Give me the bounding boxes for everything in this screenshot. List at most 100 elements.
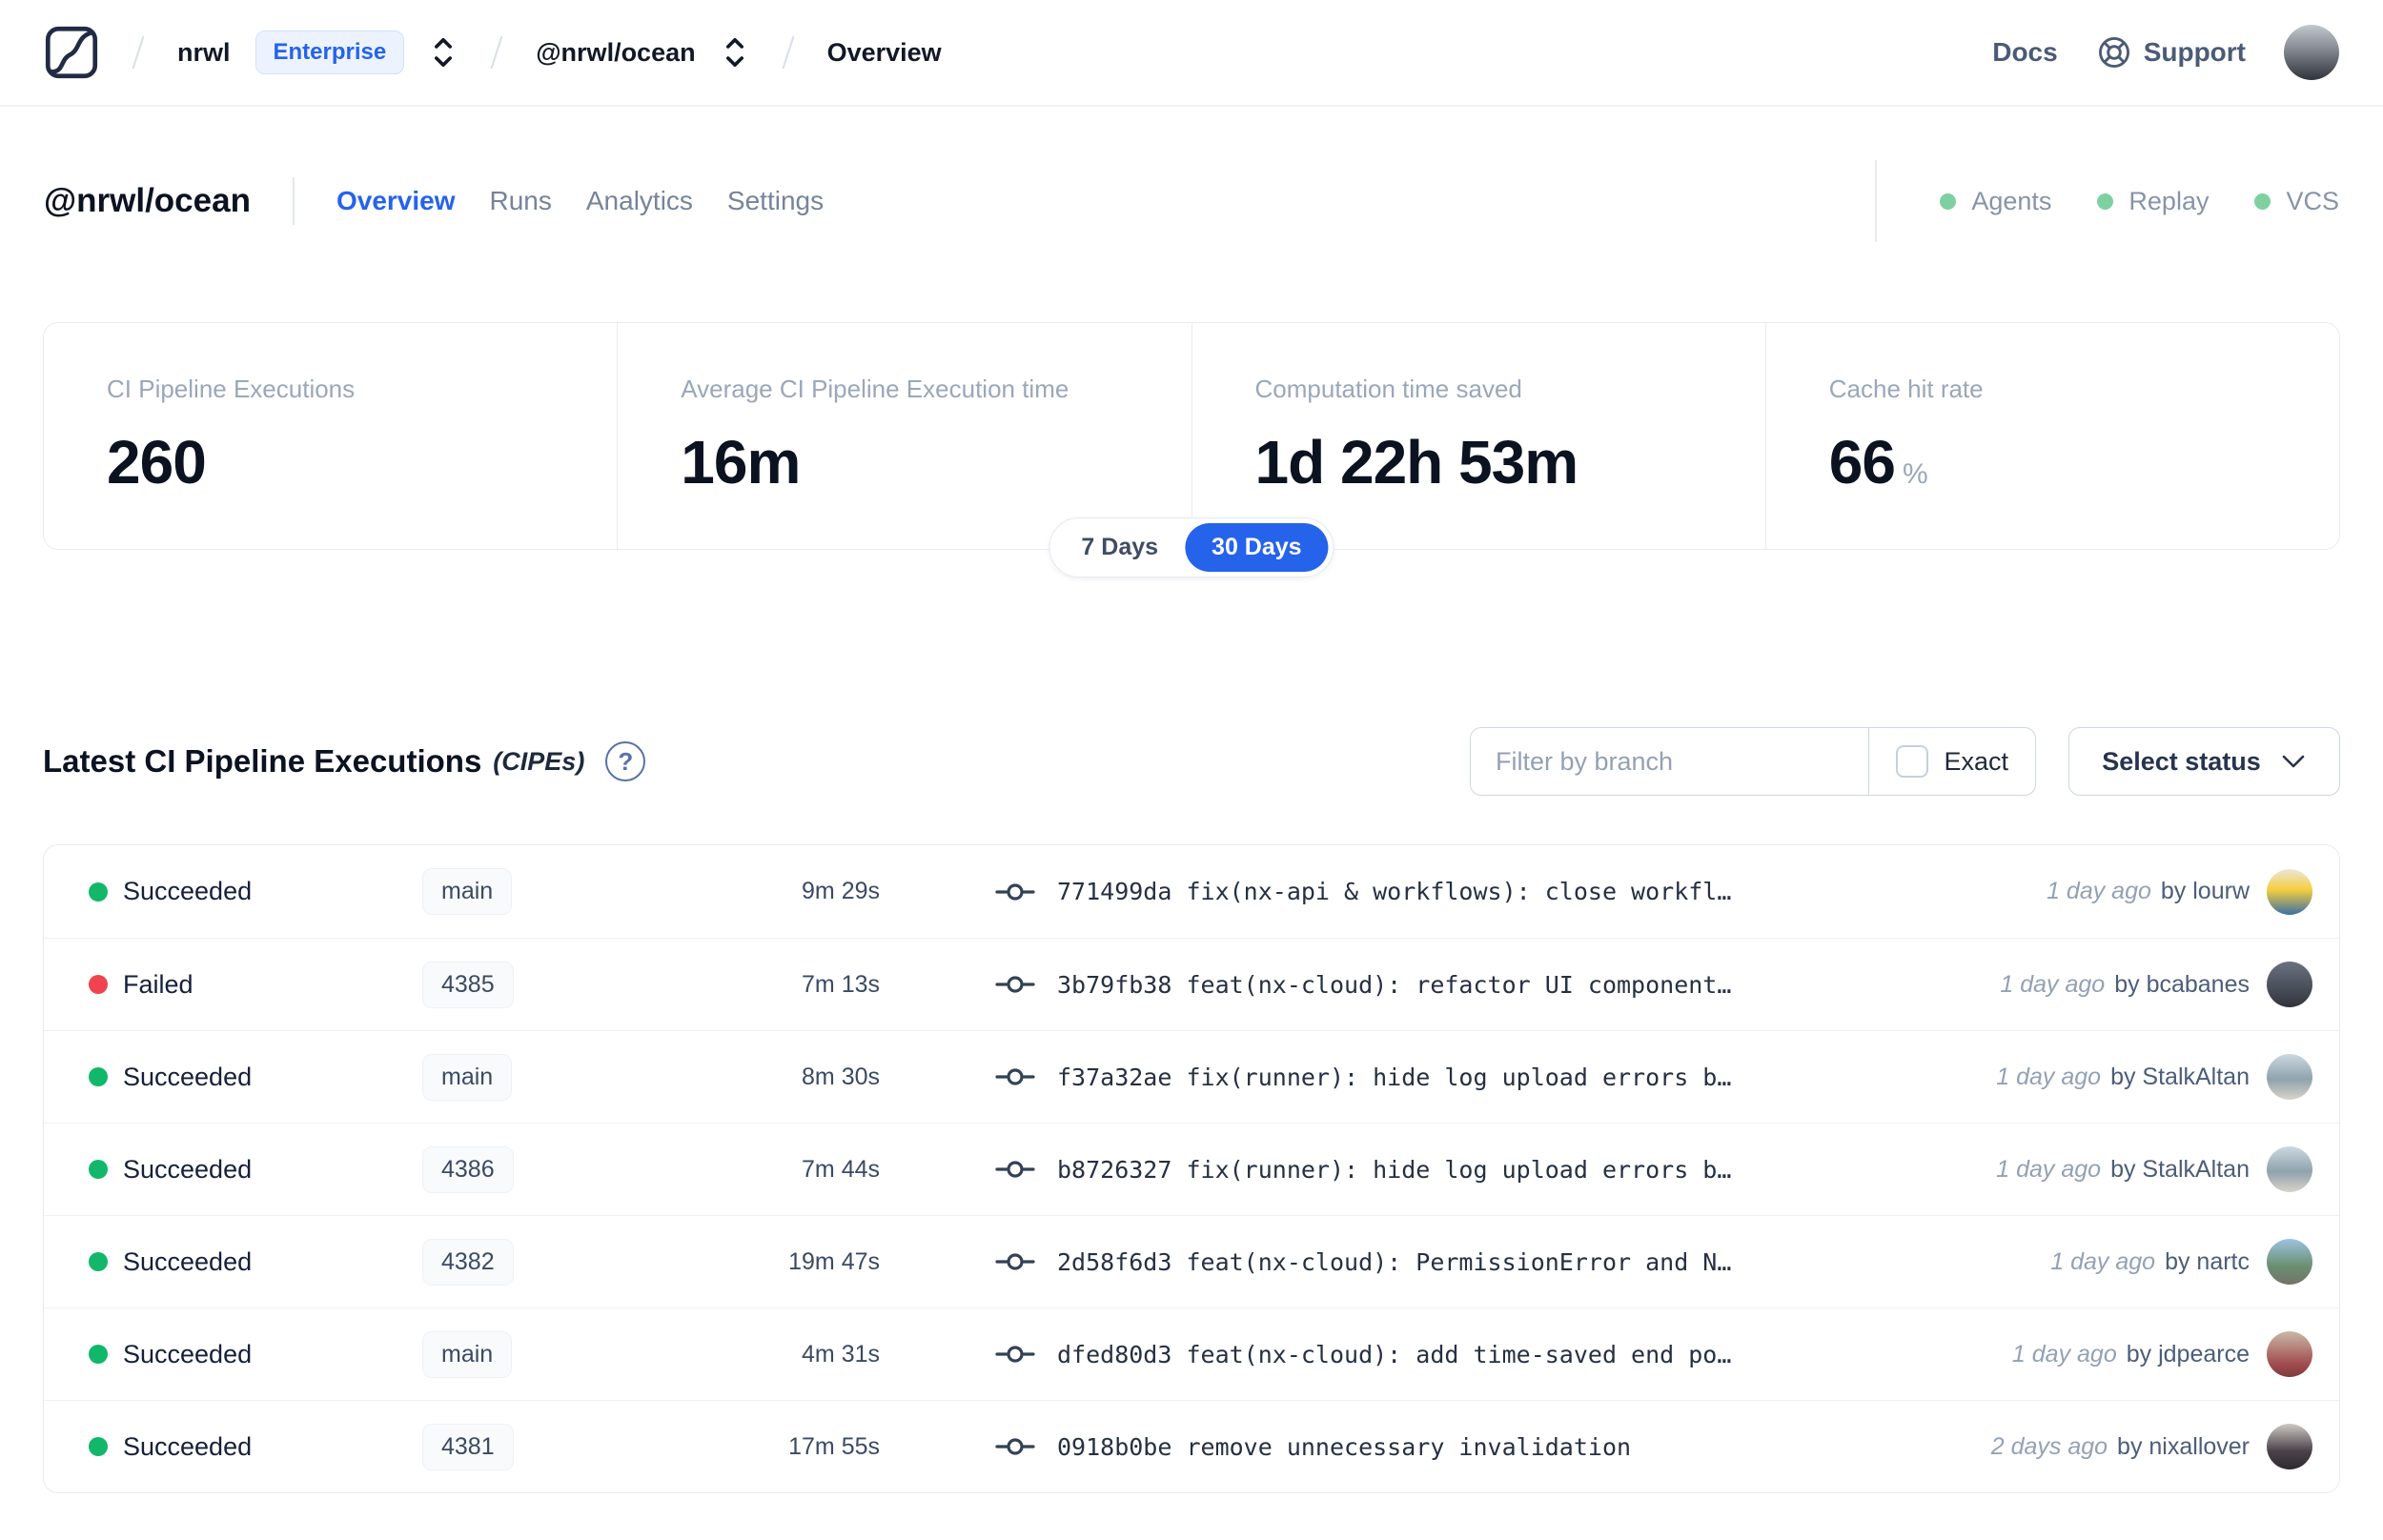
breadcrumb-separator — [132, 35, 145, 70]
status-select-button[interactable]: Select status — [2068, 727, 2340, 796]
branch-badge[interactable]: main — [422, 1330, 513, 1378]
git-commit-icon — [994, 1154, 1036, 1185]
workspace-header: @nrwl/ocean Overview Runs Analytics Sett… — [0, 160, 2383, 242]
cipes-title-suffix: (CIPEs) — [493, 746, 585, 776]
branch-badge[interactable]: main — [422, 868, 513, 915]
exact-checkbox[interactable] — [1896, 745, 1929, 778]
author-avatar[interactable] — [2267, 1239, 2312, 1285]
breadcrumb: nrwl Enterprise @nrwl/ocean Overview — [44, 25, 942, 80]
branch-cell: main — [422, 1053, 613, 1101]
commit-message[interactable]: 3b79fb38 feat(nx-cloud): refactor UI com… — [1057, 971, 1731, 999]
top-bar: nrwl Enterprise @nrwl/ocean Overview Doc… — [0, 0, 2383, 107]
stat-label: Cache hit rate — [1828, 375, 1984, 403]
status-dot — [89, 975, 108, 994]
commit-author[interactable]: by StalkAltan — [2110, 1156, 2250, 1184]
commit-author[interactable]: by nartc — [2165, 1248, 2250, 1276]
cipe-row[interactable]: Succeeded main 4m 31s dfed80d3 feat(nx-c… — [44, 1307, 2339, 1400]
author-avatar[interactable] — [2267, 1054, 2312, 1100]
commit-author[interactable]: by StalkAltan — [2110, 1064, 2250, 1091]
breadcrumb-separator — [782, 35, 795, 70]
commit-time: 1 day ago — [2050, 1247, 2156, 1275]
commit-author[interactable]: by bcabanes — [2114, 971, 2250, 999]
tab-settings[interactable]: Settings — [727, 186, 824, 216]
feature-label: VCS — [2286, 186, 2339, 215]
commit-author[interactable]: by lourw — [2161, 878, 2250, 905]
user-avatar[interactable] — [2284, 25, 2339, 80]
branch-badge[interactable]: main — [422, 1053, 513, 1101]
branch-badge[interactable]: 4382 — [422, 1238, 514, 1286]
duration-cell: 4m 31s — [802, 1340, 880, 1368]
tab-runs[interactable]: Runs — [490, 186, 552, 216]
org-switcher-icon[interactable] — [429, 35, 458, 70]
stat-label: Computation time saved — [1254, 375, 1522, 403]
workspace-switcher-icon[interactable] — [721, 35, 749, 70]
feature-label: Agents — [1971, 186, 2052, 215]
branch-badge[interactable]: 4381 — [422, 1423, 514, 1470]
cipe-row[interactable]: Succeeded 4381 17m 55s 0918b0be remove u… — [44, 1400, 2339, 1492]
cipes-title: Latest CI Pipeline Executions — [43, 743, 482, 779]
status-dot — [89, 1160, 108, 1179]
breadcrumb-page: Overview — [826, 37, 942, 67]
branch-cell: 4385 — [422, 961, 613, 1008]
cipe-row[interactable]: Succeeded main 9m 29s 771499da fix(nx-ap… — [44, 845, 2339, 938]
commit-message[interactable]: f37a32ae fix(runner): hide log upload er… — [1057, 1064, 1731, 1091]
stat-suffix: % — [1902, 458, 1928, 490]
status-cell: Succeeded — [89, 1155, 422, 1185]
status-cell: Succeeded — [89, 1247, 422, 1277]
exact-match-option[interactable]: Exact — [1868, 728, 2035, 795]
green-dot-icon — [2254, 192, 2271, 210]
duration-cell: 7m 44s — [802, 1155, 880, 1183]
status-cell: Succeeded — [89, 1063, 422, 1092]
commit-message[interactable]: dfed80d3 feat(nx-cloud): add time-saved … — [1057, 1341, 1731, 1368]
author-avatar[interactable] — [2267, 868, 2312, 915]
docs-link[interactable]: Docs — [1992, 37, 2057, 68]
branch-badge[interactable]: 4386 — [422, 1145, 514, 1193]
stat-label: CI Pipeline Executions — [107, 375, 356, 403]
cipe-row[interactable]: Succeeded 4386 7m 44s b8726327 fix(runne… — [44, 1123, 2339, 1215]
author-avatar[interactable] — [2267, 1424, 2312, 1469]
stat-value: 16m — [681, 428, 801, 496]
author-avatar[interactable] — [2267, 1146, 2312, 1192]
tab-overview[interactable]: Overview — [336, 186, 456, 216]
branch-cell: 4382 — [422, 1238, 613, 1286]
exact-label: Exact — [1944, 746, 2008, 776]
status-label: Succeeded — [123, 1431, 253, 1461]
branch-cell: 4386 — [422, 1145, 613, 1193]
duration-cell: 9m 29s — [802, 878, 880, 904]
tab-analytics[interactable]: Analytics — [586, 186, 693, 216]
commit-message[interactable]: 2d58f6d3 feat(nx-cloud): PermissionError… — [1057, 1248, 1731, 1276]
branch-badge[interactable]: 4385 — [422, 961, 514, 1008]
green-dot-icon — [1940, 192, 1957, 210]
page-title: @nrwl/ocean — [44, 182, 251, 219]
stat-value: 1d 22h 53m — [1254, 428, 1579, 496]
duration-cell: 17m 55s — [788, 1432, 880, 1460]
support-link[interactable]: Support — [2096, 34, 2246, 71]
cipe-row[interactable]: Succeeded 4382 19m 47s 2d58f6d3 feat(nx-… — [44, 1215, 2339, 1307]
branch-cell: main — [422, 1330, 613, 1378]
commit-message[interactable]: b8726327 fix(runner): hide log upload er… — [1057, 1156, 1731, 1184]
breadcrumb-org[interactable]: nrwl — [177, 38, 231, 68]
cipe-row[interactable]: Succeeded main 8m 30s f37a32ae fix(runne… — [44, 1030, 2339, 1123]
branch-filter-input[interactable] — [1471, 728, 1869, 795]
cipes-section-header: Latest CI Pipeline Executions (CIPEs) ? … — [43, 727, 2340, 796]
cipe-row[interactable]: Failed 4385 7m 13s 3b79fb38 feat(nx-clou… — [44, 938, 2339, 1030]
git-commit-icon — [994, 969, 1036, 1000]
commit-author[interactable]: by nixallover — [2117, 1433, 2250, 1461]
range-30-days[interactable]: 30 Days — [1185, 523, 1329, 572]
status-select-label: Select status — [2102, 746, 2261, 776]
breadcrumb-workspace[interactable]: @nrwl/ocean — [536, 38, 695, 68]
duration-cell: 19m 47s — [788, 1247, 880, 1275]
author-avatar[interactable] — [2267, 962, 2312, 1007]
lifebuoy-icon — [2096, 34, 2132, 71]
range-7-days[interactable]: 7 Days — [1054, 523, 1185, 572]
support-label: Support — [2143, 37, 2246, 67]
nx-logo-icon[interactable] — [44, 25, 99, 80]
commit-message[interactable]: 0918b0be remove unnecessary invalidation — [1057, 1433, 1631, 1461]
status-dot — [89, 1437, 108, 1456]
commit-message[interactable]: 771499da fix(nx-api & workflows): close … — [1057, 878, 1731, 905]
commit-author[interactable]: by jdpearce — [2127, 1341, 2250, 1368]
status-cell: Succeeded — [89, 1340, 422, 1369]
workspace-tabs: Overview Runs Analytics Settings — [336, 186, 824, 216]
question-circle-icon[interactable]: ? — [605, 741, 646, 781]
author-avatar[interactable] — [2267, 1331, 2312, 1377]
